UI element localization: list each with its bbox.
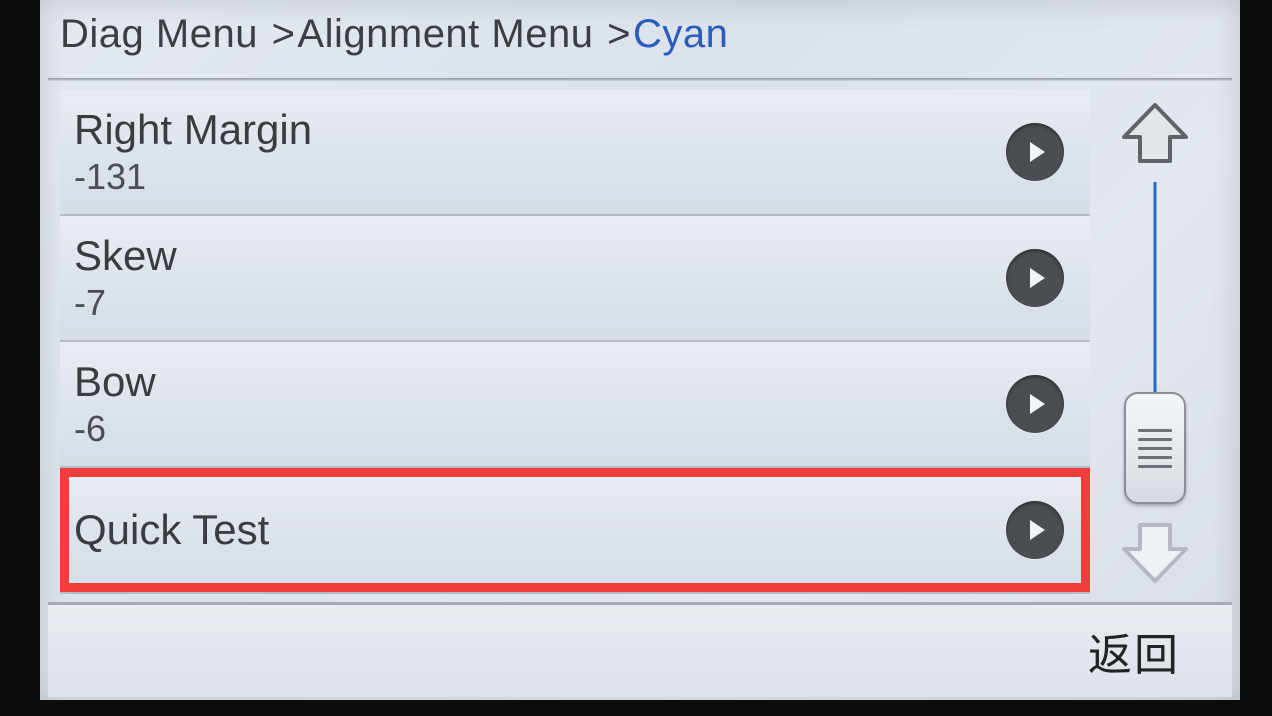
- breadcrumb-part-1[interactable]: Alignment Menu: [297, 12, 593, 56]
- header-divider: [48, 78, 1232, 81]
- scroll-up-icon: [1120, 103, 1190, 165]
- list-item-title: Right Margin: [74, 108, 312, 152]
- list-item-value: -6: [74, 410, 156, 448]
- list-item-value: -131: [74, 158, 312, 196]
- list-item-bow[interactable]: Bow -6: [60, 342, 1090, 468]
- list-item-title: Skew: [74, 234, 177, 278]
- device-frame: Diag Menu >Alignment Menu >Cyan Right Ma…: [0, 0, 1272, 716]
- scroll-track[interactable]: [1108, 176, 1202, 510]
- breadcrumb-separator: >: [607, 12, 631, 56]
- right-arrow-icon[interactable]: [1006, 249, 1064, 307]
- scroll-thumb-grip: [1138, 438, 1172, 441]
- right-arrow-icon[interactable]: [1006, 501, 1064, 559]
- scroll-thumb-grip: [1138, 429, 1172, 432]
- right-arrow-icon[interactable]: [1006, 375, 1064, 433]
- scroll-up-button[interactable]: [1108, 92, 1202, 176]
- breadcrumb-part-0[interactable]: Diag Menu: [60, 12, 258, 56]
- list-item-title: Bow: [74, 360, 156, 404]
- scroll-thumb-grip: [1138, 465, 1172, 468]
- breadcrumb: Diag Menu >Alignment Menu >Cyan: [60, 12, 728, 57]
- scroll-thumb-grip: [1138, 447, 1172, 450]
- right-arrow-icon[interactable]: [1006, 123, 1064, 181]
- list-item-quick-test[interactable]: Quick Test: [60, 468, 1090, 594]
- list-item-title: Quick Test: [74, 508, 269, 552]
- footer-bar: 返回: [48, 602, 1232, 697]
- list-area: Right Margin -131 Skew -7 Bow: [60, 90, 1090, 596]
- list-item-text: Bow -6: [74, 360, 156, 448]
- list-item-text: Quick Test: [74, 508, 269, 552]
- breadcrumb-separator: >: [272, 12, 296, 56]
- back-button[interactable]: 返回: [1088, 619, 1180, 683]
- list-item-text: Skew -7: [74, 234, 177, 322]
- list-item-skew[interactable]: Skew -7: [60, 216, 1090, 342]
- list-item-text: Right Margin -131: [74, 108, 312, 196]
- list-item-right-margin[interactable]: Right Margin -131: [60, 90, 1090, 216]
- list-item-value: -7: [74, 284, 177, 322]
- scroll-thumb[interactable]: [1124, 392, 1186, 504]
- scrollbar: [1108, 92, 1202, 594]
- scroll-track-line: [1154, 182, 1157, 410]
- scroll-thumb-grip: [1138, 456, 1172, 459]
- breadcrumb-current: Cyan: [633, 12, 728, 56]
- scroll-down-icon: [1120, 521, 1190, 583]
- screen: Diag Menu >Alignment Menu >Cyan Right Ma…: [40, 0, 1240, 700]
- scroll-down-button[interactable]: [1108, 510, 1202, 594]
